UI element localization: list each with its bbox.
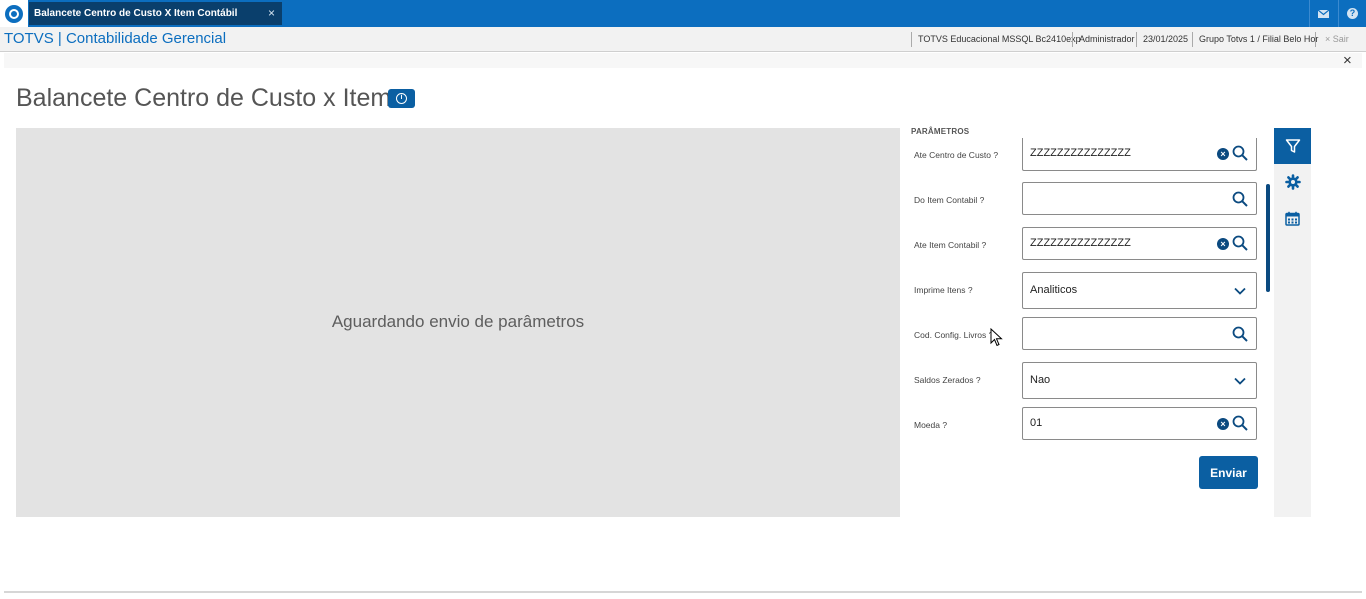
field-value: ZZZZZZZZZZZZZZZ [1030,237,1131,249]
ate-item-contabil-input[interactable]: ZZZZZZZZZZZZZZZ × [1022,227,1257,260]
panel-bottom-border [4,591,1362,593]
help-button[interactable]: ? [1338,0,1366,27]
gear-icon [1284,174,1301,190]
calendar-button[interactable] [1274,200,1311,236]
field-label-ate-centro-custo: Ate Centro de Custo ? [914,150,999,160]
field-label-cod-config-livros: Cod. Config. Livros ? [914,330,994,340]
field-label-moeda: Moeda ? [914,420,948,430]
do-item-contabil-input[interactable] [1022,182,1257,215]
app-bar: TOTVS | Contabilidade Gerencial TOTVS Ed… [0,27,1366,52]
params-section-title: PARÂMETROS [911,127,970,136]
search-icon[interactable] [1232,145,1248,161]
moeda-input[interactable]: 01 × [1022,407,1257,440]
logout-label: Sair [1332,34,1349,44]
panel-header-strip [4,53,1362,68]
totvs-logo[interactable] [0,0,28,27]
clear-icon[interactable]: × [1217,148,1229,160]
calendar-icon [1285,211,1300,226]
tab-balancete[interactable]: Balancete Centro de Custo X Item Contábi… [29,2,282,42]
mail-icon [1318,9,1329,18]
clear-icon[interactable]: × [1217,418,1229,430]
preview-message: Aguardando envio de parâmetros [331,312,585,331]
ate-centro-custo-input[interactable]: ZZZZZZZZZZZZZZZ × [1022,138,1257,171]
search-icon[interactable] [1232,415,1248,431]
chevron-down-icon [1234,287,1246,295]
logout-button[interactable]: × Sair [1315,32,1349,47]
logout-icon: × [1325,34,1331,44]
field-label-do-item-contabil: Do Item Contabil ? [914,195,985,205]
top-tab-bar: Balancete Centro de Custo X Item Contábi… [0,0,1366,42]
info-icon: i [396,93,407,104]
cod-config-livros-input[interactable] [1022,317,1257,350]
mouse-cursor-icon [990,328,1003,347]
search-icon[interactable] [1232,191,1248,207]
filter-button[interactable] [1274,128,1311,164]
environment-info: TOTVS Educacional MSSQL Bc2410exp [911,32,1081,47]
params-scrollbar[interactable] [1266,184,1270,292]
user-info: Administrador [1072,32,1135,47]
filter-icon [1285,139,1300,153]
side-rail [1274,128,1311,517]
branch-info: Grupo Totvs 1 / Filial Belo Hor [1192,32,1318,47]
clear-icon[interactable]: × [1217,238,1229,250]
page-title: Balancete Centro de Custo x Item [16,84,392,112]
imprime-itens-select[interactable]: Analiticos [1022,272,1257,309]
mail-button[interactable] [1309,0,1337,27]
search-icon[interactable] [1232,326,1248,342]
field-value: ZZZZZZZZZZZZZZZ [1030,147,1131,159]
info-button[interactable]: i [388,89,415,108]
field-label-saldos-zerados: Saldos Zerados ? [914,375,981,385]
close-panel-icon[interactable]: × [1343,52,1352,69]
tab-close-icon[interactable]: × [268,2,275,25]
app-title: TOTVS | Contabilidade Gerencial [4,30,227,47]
enviar-button[interactable]: Enviar [1199,456,1258,489]
select-value: Analiticos [1030,284,1078,296]
saldos-zerados-select[interactable]: Nao [1022,362,1257,399]
field-label-ate-item-contabil: Ate Item Contabil ? [914,240,987,250]
settings-button[interactable] [1274,164,1311,200]
field-value: 01 [1030,417,1043,429]
chevron-down-icon [1234,377,1246,385]
report-preview-area: Aguardando envio de parâmetros [16,128,900,517]
date-info: 23/01/2025 [1136,32,1188,47]
select-value: Nao [1030,374,1051,386]
search-icon[interactable] [1232,235,1248,251]
field-label-imprime-itens: Imprime Itens ? [914,285,973,295]
help-icon: ? [1347,8,1358,19]
